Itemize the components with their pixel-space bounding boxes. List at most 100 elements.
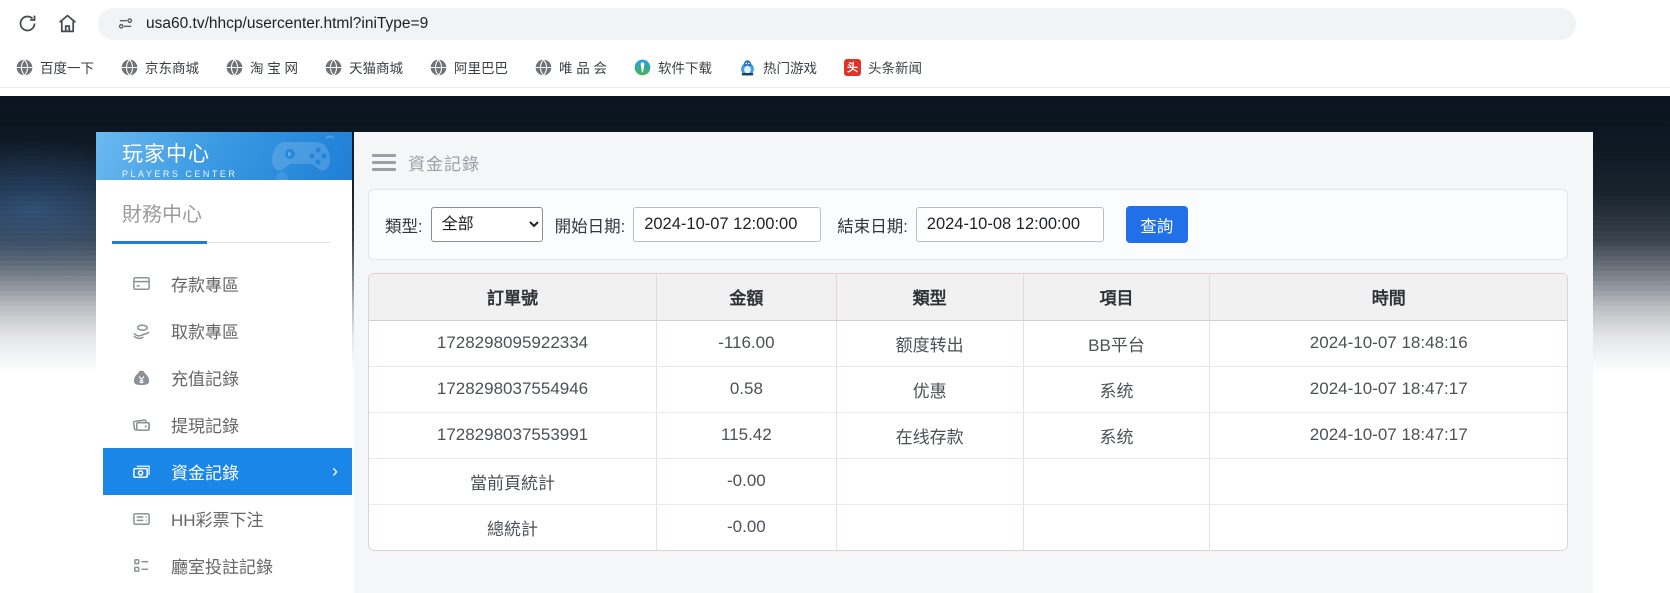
sidebar-item-label: HH彩票下注 [171, 506, 264, 531]
cell-order-no: 1728298037554946 [369, 366, 657, 412]
bookmark-vip[interactable]: 唯 品 会 [535, 57, 607, 77]
table-header-row: 訂單號 金額 類型 項目 時間 [369, 274, 1567, 320]
col-header-amount: 金額 [657, 274, 837, 320]
reload-icon[interactable] [10, 7, 44, 41]
bookmarks-bar: 百度一下 京东商城 淘 宝 网 天猫商城 阿里巴巴 唯 品 会 软件下载 [0, 47, 1670, 88]
deposit-card-icon [132, 274, 151, 293]
cell-order-no: 1728298095922334 [369, 320, 657, 366]
sidebar-item-deposit-zone[interactable]: 存款專區 [96, 260, 352, 307]
globe-icon [226, 59, 243, 76]
browser-toolbar: usa60.tv/hhcp/usercenter.html?iniType=9 [0, 0, 1670, 47]
sidebar-item-hh-lottery-bets[interactable]: HH彩票下注 [96, 495, 352, 542]
cell-order-no: 1728298037553991 [369, 412, 657, 458]
page-title: 資金記錄 [408, 150, 480, 175]
start-date-input[interactable] [633, 207, 821, 242]
cell-time [1210, 504, 1567, 550]
finance-center-heading: 財務中心 [122, 198, 352, 227]
globe-icon [16, 59, 33, 76]
cell-type [836, 458, 1023, 504]
sidebar-item-withdraw-zone[interactable]: 取款專區 [96, 307, 352, 354]
cell-time [1210, 458, 1567, 504]
bookmark-alibaba[interactable]: 阿里巴巴 [430, 57, 508, 77]
bookmark-label: 阿里巴巴 [454, 57, 508, 77]
cell-amount: -0.00 [657, 504, 837, 550]
bookmark-label: 唯 品 会 [559, 57, 607, 77]
sidebar-item-fund-records[interactable]: 資金記錄 › [103, 448, 352, 495]
bookmark-jd[interactable]: 京东商城 [121, 57, 199, 77]
bookmark-label: 天猫商城 [349, 57, 403, 77]
sidebar-item-label: 取款專區 [171, 318, 239, 343]
sidebar-item-hall-bet-records[interactable]: 廳室投註記錄 [96, 542, 352, 589]
ticket-list-icon [132, 509, 151, 528]
cell-amount: -116.00 [657, 320, 837, 366]
summary-row-current-page: 當前頁統計 -0.00 [369, 458, 1567, 504]
cell-summary-label: 當前頁統計 [369, 458, 657, 504]
cell-time: 2024-10-07 18:48:16 [1210, 320, 1567, 366]
wallet-icon [132, 415, 151, 434]
software-download-icon [634, 59, 651, 76]
filter-bar: 類型: 全部 開始日期: 結束日期: 查詢 [368, 189, 1568, 260]
sidebar: 玩家中心 PLAYERS CENTER 財務中心 [96, 132, 352, 593]
money-bag-icon [132, 368, 151, 387]
sidebar-item-label: 存款專區 [171, 271, 239, 296]
col-header-order-no: 訂單號 [369, 274, 657, 320]
sidebar-item-recharge-records[interactable]: 充值記錄 [96, 354, 352, 401]
sidebar-item-label: 廳室投註記錄 [171, 553, 273, 578]
bookmark-label: 头条新闻 [868, 57, 922, 77]
main-header: 資金記錄 [368, 144, 1568, 189]
cell-item [1023, 458, 1210, 504]
globe-icon [325, 59, 342, 76]
withdraw-hand-icon [132, 321, 151, 340]
bookmark-baidu[interactable]: 百度一下 [16, 57, 94, 77]
cell-type: 额度转出 [836, 320, 1023, 366]
cell-amount: 115.42 [657, 412, 837, 458]
home-icon[interactable] [50, 7, 84, 41]
menu-icon[interactable] [372, 154, 396, 171]
cell-summary-label: 總統計 [369, 504, 657, 550]
sidebar-section: 財務中心 [96, 180, 352, 227]
cell-type: 优惠 [836, 366, 1023, 412]
bookmark-label: 京东商城 [145, 57, 199, 77]
table-row: 1728298037554946 0.58 优惠 系统 2024-10-07 1… [369, 366, 1567, 412]
summary-row-total: 總統計 -0.00 [369, 504, 1567, 550]
bookmark-taobao[interactable]: 淘 宝 网 [226, 57, 298, 77]
sidebar-item-label: 提現記錄 [171, 412, 239, 437]
cell-type [836, 504, 1023, 550]
end-date-label: 結束日期: [837, 213, 908, 237]
sidebar-item-withdrawal-records[interactable]: 提現記錄 [96, 401, 352, 448]
cell-amount: -0.00 [657, 458, 837, 504]
cell-item [1023, 504, 1210, 550]
search-button[interactable]: 查詢 [1126, 206, 1188, 243]
bookmark-games[interactable]: 热门游戏 [739, 57, 817, 77]
type-label: 類型: [385, 213, 423, 237]
globe-icon [121, 59, 138, 76]
url-text: usa60.tv/hhcp/usercenter.html?iniType=9 [146, 15, 428, 33]
gamepad-icon [268, 134, 342, 180]
bookmark-label: 百度一下 [40, 57, 94, 77]
type-select[interactable]: 全部 [431, 207, 543, 242]
end-date-input[interactable] [916, 207, 1104, 242]
col-header-time: 時間 [1210, 274, 1567, 320]
cell-amount: 0.58 [657, 366, 837, 412]
cell-type: 在线存款 [836, 412, 1023, 458]
start-date-label: 開始日期: [555, 213, 626, 237]
chevron-right-icon: › [332, 461, 338, 482]
hall-list-icon [132, 556, 151, 575]
globe-icon [430, 59, 447, 76]
bookmark-tmall[interactable]: 天猫商城 [325, 57, 403, 77]
globe-icon [535, 59, 552, 76]
cell-item: 系统 [1023, 412, 1210, 458]
bookmark-toutiao[interactable]: 头 头条新闻 [844, 57, 922, 77]
cash-record-icon [132, 462, 151, 481]
col-header-type: 類型 [836, 274, 1023, 320]
bookmark-label: 淘 宝 网 [250, 57, 298, 77]
section-divider [112, 241, 330, 244]
col-header-item: 項目 [1023, 274, 1210, 320]
site-info-icon[interactable] [112, 11, 138, 37]
cell-time: 2024-10-07 18:47:17 [1210, 412, 1567, 458]
page-viewport: 玩家中心 PLAYERS CENTER 財務中心 [0, 88, 1670, 593]
main-panel: 資金記錄 類型: 全部 開始日期: 結束日期: 查詢 [354, 132, 1593, 593]
address-bar[interactable]: usa60.tv/hhcp/usercenter.html?iniType=9 [98, 8, 1576, 40]
table-row: 1728298037553991 115.42 在线存款 系统 2024-10-… [369, 412, 1567, 458]
bookmark-software[interactable]: 软件下载 [634, 57, 712, 77]
